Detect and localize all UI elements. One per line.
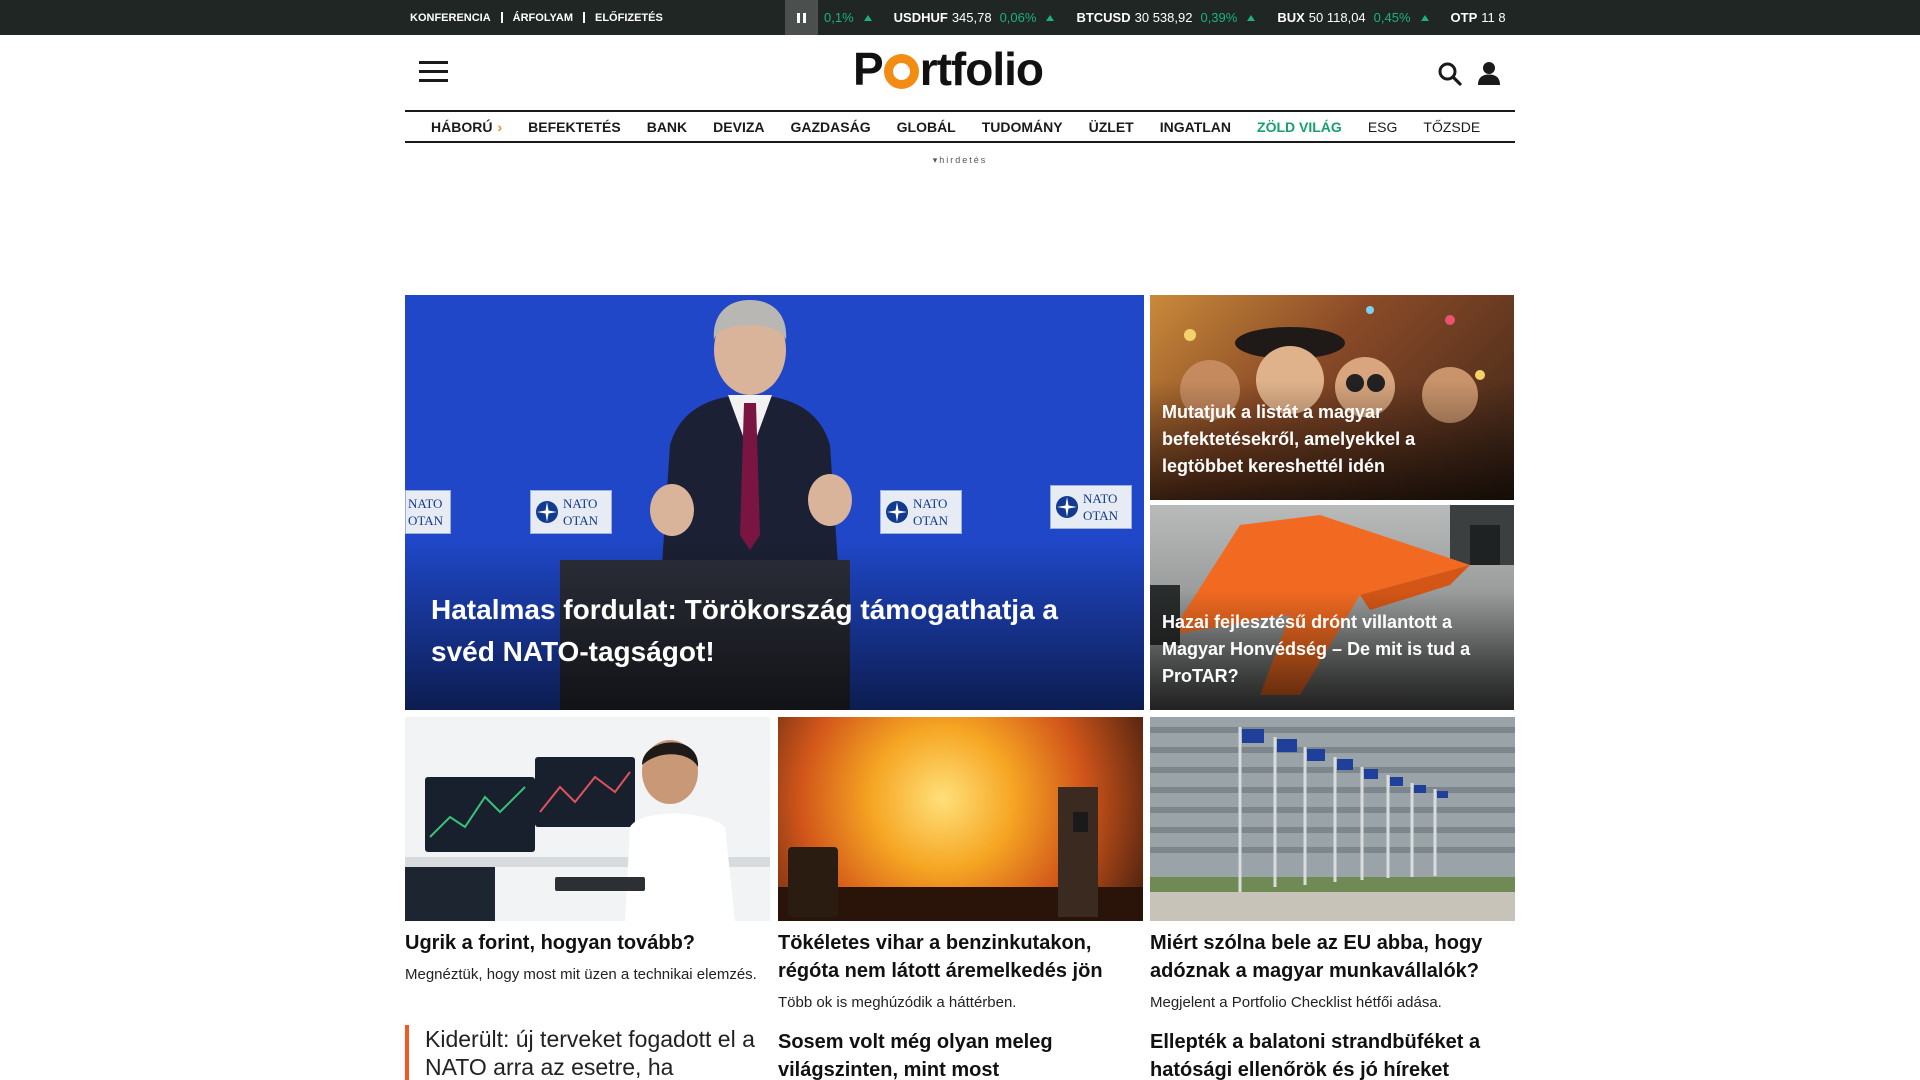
nav-item-global[interactable]: GLOBÁL <box>897 119 956 135</box>
menu-button[interactable] <box>419 61 448 83</box>
ticker-change: 0,06% <box>999 10 1037 25</box>
article-card[interactable]: Ugrik a forint, hogyan tovább? Megnéztük… <box>405 717 770 987</box>
nav-label: HÁBORÚ <box>431 118 493 135</box>
article-title[interactable]: Sosem volt még olyan meleg világszinten,… <box>778 1028 1143 1080</box>
link-elofizetes[interactable]: ELŐFIZETÉS <box>595 12 663 24</box>
sign-text: NATO <box>563 496 598 511</box>
hero-title[interactable]: Hatalmas fordulat: Törökország támogatha… <box>431 589 1104 673</box>
link-arfolyam[interactable]: ÁRFOLYAM <box>513 12 573 24</box>
account-button[interactable] <box>1476 60 1502 86</box>
nato-star-icon <box>536 501 558 523</box>
logo-letter: P <box>853 43 884 95</box>
article-lead: Megnéztük, hogy most mit üzen a technika… <box>405 966 757 983</box>
nato-sign: NATO OTAN <box>405 490 451 534</box>
article-image <box>1150 717 1515 921</box>
ticker-symbol: USDHUF <box>893 10 948 25</box>
arrow-up-icon <box>1420 14 1429 21</box>
ticker-item[interactable]: USDHUF 345,78 0,06% <box>894 10 1055 25</box>
article-card[interactable]: Tökéletes vihar a benzinkutakon, régóta … <box>778 717 1143 1015</box>
arrow-up-icon <box>1247 14 1256 21</box>
article-card[interactable]: Miért szólna bele az EU abba, hogy adózn… <box>1150 717 1515 1015</box>
article-lead: Több ok is meghúzódik a háttérben. <box>778 994 1017 1011</box>
search-button[interactable] <box>1437 61 1463 87</box>
trader-photo <box>405 717 770 921</box>
sign-text: OTAN <box>563 513 599 528</box>
article-image <box>778 717 1143 921</box>
site-logo[interactable]: Prtfolio <box>853 43 1044 95</box>
eu-building-photo <box>1150 717 1515 921</box>
ticker-change: 0,45% <box>1373 10 1411 25</box>
hamburger-icon <box>419 61 448 64</box>
side-article[interactable]: Mutatjuk a listát a magyar befektetésekr… <box>1150 295 1514 500</box>
divider <box>500 12 503 23</box>
ticker-item[interactable]: 0,1% <box>824 10 872 25</box>
ticker-symbol: BUX <box>1277 10 1305 25</box>
logo-text: rtfolio <box>919 43 1044 95</box>
nato-star-icon <box>1056 496 1078 518</box>
article-title[interactable]: Tökéletes vihar a benzinkutakon, régóta … <box>778 929 1143 985</box>
arrow-up-icon <box>1046 14 1055 21</box>
nato-sign: NATO OTAN <box>1050 485 1132 529</box>
sign-text: OTAN <box>913 513 949 528</box>
nav-item-uzlet[interactable]: ÜZLET <box>1089 119 1134 135</box>
divider <box>582 12 585 23</box>
ad-label: ▾hirdetés <box>0 155 1920 166</box>
ticker-value: 345,78 <box>951 10 992 25</box>
nav-item-tudomany[interactable]: TUDOMÁNY <box>982 119 1063 135</box>
ticker-item[interactable]: BTCUSD 30 538,92 0,39% <box>1076 10 1256 25</box>
article-title[interactable]: Miért szólna bele az EU abba, hogy adózn… <box>1150 929 1515 985</box>
sign-text: NATO <box>913 496 948 511</box>
arrow-up-icon <box>863 14 872 21</box>
pause-icon <box>797 12 800 23</box>
ticker-pause-button[interactable] <box>785 0 818 35</box>
ticker-value: 50 118,04 <box>1308 10 1366 25</box>
nav-item-tozsde[interactable]: TŐZSDE <box>1423 119 1480 135</box>
article-lead: Megjelent a Portfolio Checklist hétfői a… <box>1150 994 1442 1011</box>
side-article[interactable]: Hazai fejlesztésű drónt villantott a Mag… <box>1150 505 1514 710</box>
ticker-symbol: BTCUSD <box>1076 10 1131 25</box>
search-icon <box>1438 62 1462 86</box>
ticker-change: 0,1% <box>824 10 854 25</box>
main-nav: HÁBORÚ › BEFEKTETÉS BANK DEVIZA GAZDASÁG… <box>405 110 1515 143</box>
nav-item-bank[interactable]: BANK <box>647 119 687 135</box>
fire-photo <box>778 787 1143 921</box>
top-bar: KONFERENCIA ÁRFOLYAM ELŐFIZETÉS 0,1% USD… <box>0 0 1920 35</box>
ticker-item[interactable]: OTP 11 8 <box>1451 10 1514 25</box>
article-title[interactable]: Ellepték a balatoni strandbüféket a ható… <box>1150 1028 1515 1080</box>
sign-text: OTAN <box>1083 508 1119 523</box>
side-article-title[interactable]: Hazai fejlesztésű drónt villantott a Mag… <box>1162 609 1498 690</box>
user-icon <box>1478 62 1500 85</box>
ticker-item[interactable]: BUX 50 118,04 0,45% <box>1277 10 1429 25</box>
sign-text: OTAN <box>408 513 444 528</box>
sign-text: NATO <box>1083 491 1118 506</box>
quote-article[interactable]: Kiderült: új terveket fogadott el a NATO… <box>405 1025 765 1080</box>
nav-item-zold-vilag[interactable]: ZÖLD VILÁG <box>1257 119 1342 135</box>
ticker-value: 30 538,92 <box>1134 10 1193 25</box>
ad-label-text: hirdetés <box>939 155 988 165</box>
article-image <box>405 717 770 921</box>
nav-item-esg[interactable]: ESG <box>1368 119 1398 135</box>
link-konferencia[interactable]: KONFERENCIA <box>410 12 491 24</box>
top-links: KONFERENCIA ÁRFOLYAM ELŐFIZETÉS <box>410 0 663 35</box>
ticker-value: 11 8 <box>1481 10 1506 25</box>
nav-item-gazdasag[interactable]: GAZDASÁG <box>791 119 871 135</box>
article-title[interactable]: Ugrik a forint, hogyan tovább? <box>405 929 770 957</box>
nav-item-haboru[interactable]: HÁBORÚ › <box>431 119 502 135</box>
ticker: 0,1% USDHUF 345,78 0,06% BTCUSD 30 538,9… <box>818 0 1515 35</box>
hamburger-icon <box>419 70 448 73</box>
nav-item-ingatlan[interactable]: INGATLAN <box>1160 119 1231 135</box>
ticker-symbol: OTP <box>1450 10 1478 25</box>
nav-item-befektetes[interactable]: BEFEKTETÉS <box>528 119 621 135</box>
chevron-right-icon: › <box>497 118 503 135</box>
pause-icon <box>803 12 806 23</box>
side-article-title[interactable]: Mutatjuk a listát a magyar befektetésekr… <box>1162 399 1498 480</box>
hero-article[interactable]: NATO OTAN NATO OTAN NATO OTAN NATO OTAN Hata… <box>405 295 1144 710</box>
sign-text: NATO <box>408 496 443 511</box>
ticker-change: 0,39% <box>1200 10 1238 25</box>
logo-o-circle <box>883 53 919 89</box>
nav-item-deviza[interactable]: DEVIZA <box>713 119 764 135</box>
hamburger-icon <box>419 79 448 82</box>
